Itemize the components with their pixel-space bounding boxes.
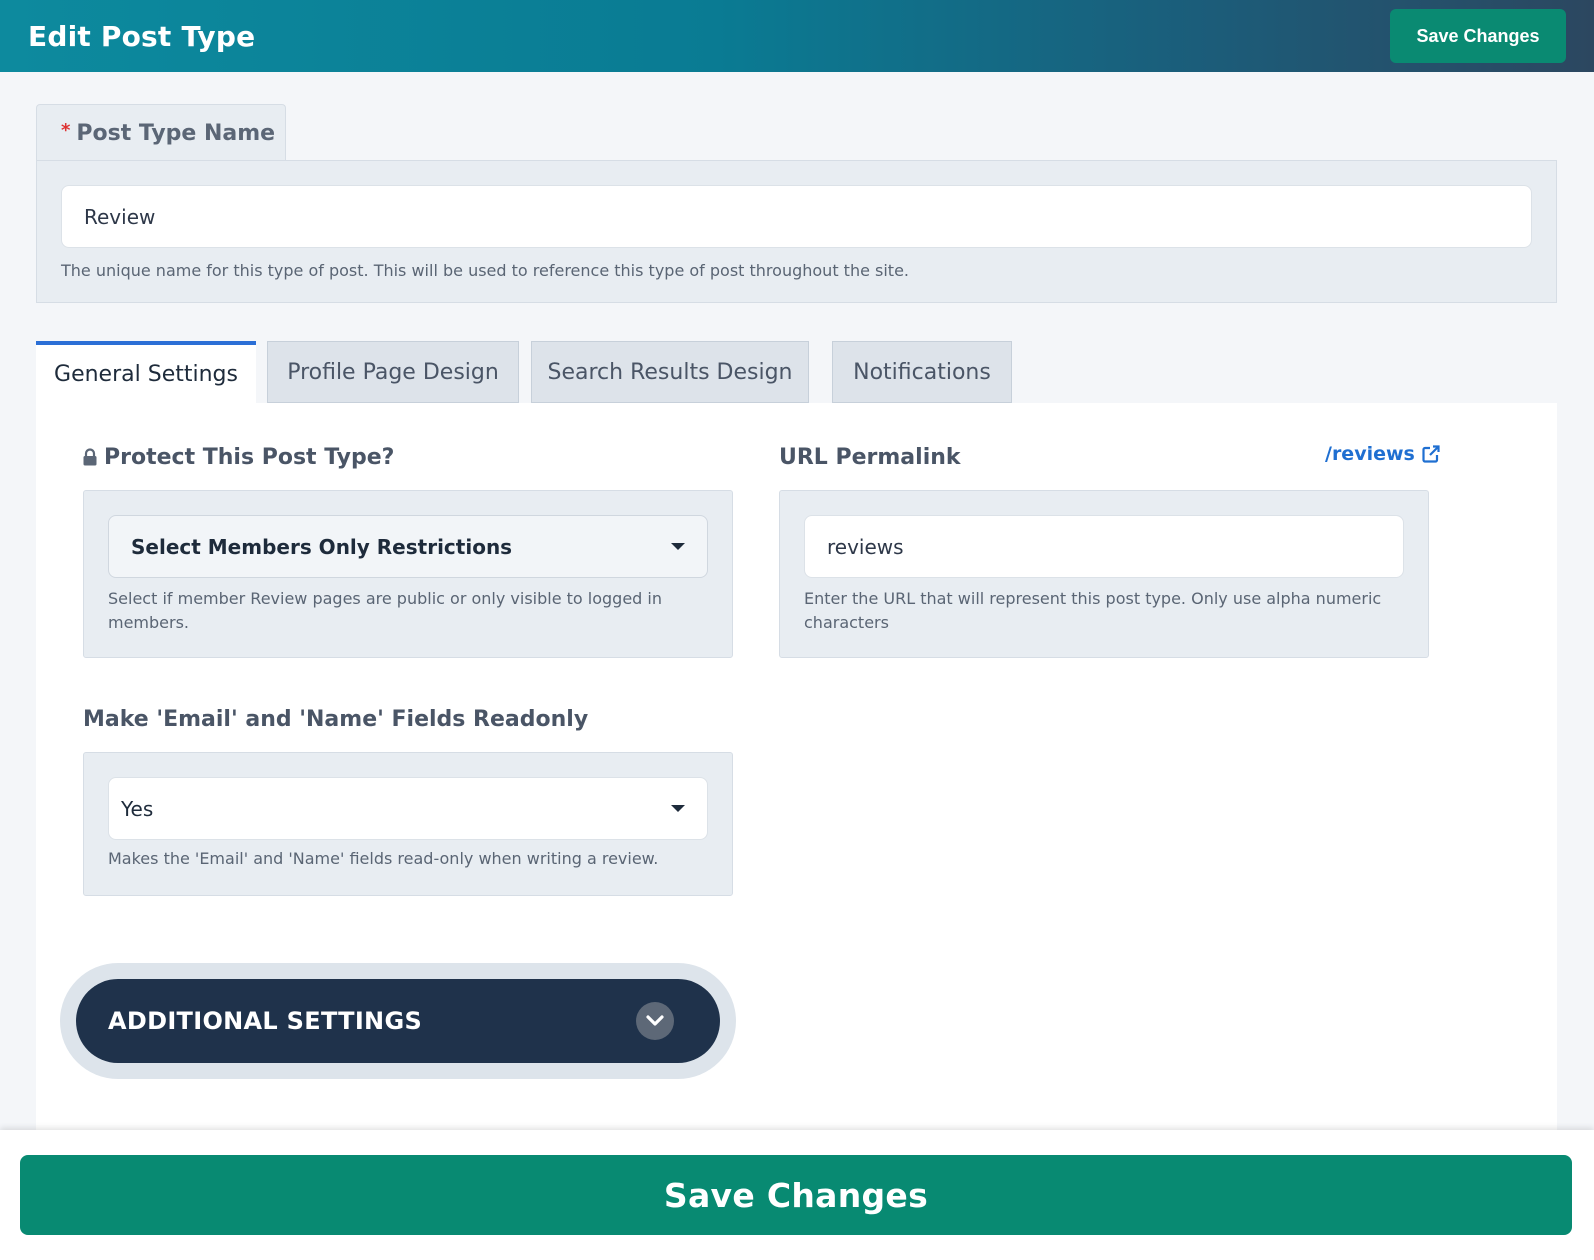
protect-post-type-label-text: Protect This Post Type? (104, 445, 395, 470)
protect-post-type-label: Protect This Post Type? (83, 445, 394, 470)
protect-post-type-box: Select Members Only Restrictions Select … (83, 490, 733, 658)
permalink-preview-text: /reviews (1325, 443, 1415, 465)
chevron-down-icon (671, 543, 685, 550)
url-permalink-input[interactable]: reviews (804, 515, 1404, 578)
post-type-name-panel: Review The unique name for this type of … (36, 160, 1557, 303)
chevron-down-icon (636, 1002, 674, 1040)
required-marker: * (61, 120, 71, 141)
lock-icon (83, 447, 97, 465)
save-changes-button-top[interactable]: Save Changes (1390, 9, 1566, 63)
external-link-icon (1422, 445, 1440, 463)
general-settings-panel: Protect This Post Type? Select Members O… (36, 403, 1557, 1133)
url-permalink-help: Enter the URL that will represent this p… (804, 589, 1382, 632)
members-only-restrictions-select[interactable]: Select Members Only Restrictions (108, 515, 708, 578)
members-only-restrictions-value: Select Members Only Restrictions (131, 534, 513, 559)
save-changes-button-bottom[interactable]: Save Changes (20, 1155, 1572, 1235)
readonly-fields-help: Makes the 'Email' and 'Name' fields read… (108, 849, 659, 868)
tab-general-settings[interactable]: General Settings (36, 341, 256, 403)
footer-bar: Save Changes (0, 1130, 1594, 1260)
protect-post-type-help: Select if member Review pages are public… (108, 589, 663, 632)
post-type-name-help: The unique name for this type of post. T… (61, 261, 909, 280)
url-permalink-label: URL Permalink (779, 445, 961, 470)
post-type-name-label-text: Post Type Name (76, 121, 276, 146)
readonly-fields-select[interactable]: Yes (108, 777, 708, 840)
additional-settings-label: ADDITIONAL SETTINGS (108, 1007, 423, 1035)
additional-settings-wrapper: ADDITIONAL SETTINGS (60, 963, 736, 1079)
post-type-name-input[interactable]: Review (61, 185, 1532, 248)
readonly-fields-box: Yes Makes the 'Email' and 'Name' fields … (83, 752, 733, 896)
readonly-fields-value: Yes (121, 796, 154, 821)
readonly-fields-label: Make 'Email' and 'Name' Fields Readonly (83, 707, 589, 732)
chevron-down-icon (671, 805, 685, 812)
url-permalink-box: reviews Enter the URL that will represen… (779, 490, 1429, 658)
tab-search-results-design[interactable]: Search Results Design (531, 341, 809, 403)
post-type-name-label: * Post Type Name (36, 104, 286, 162)
permalink-preview-link[interactable]: /reviews (1325, 443, 1441, 465)
tab-profile-page-design[interactable]: Profile Page Design (267, 341, 519, 403)
page-header: Edit Post Type Save Changes (0, 0, 1594, 72)
tab-notifications[interactable]: Notifications (832, 341, 1012, 403)
page-title: Edit Post Type (28, 19, 256, 53)
additional-settings-toggle[interactable]: ADDITIONAL SETTINGS (76, 979, 720, 1063)
